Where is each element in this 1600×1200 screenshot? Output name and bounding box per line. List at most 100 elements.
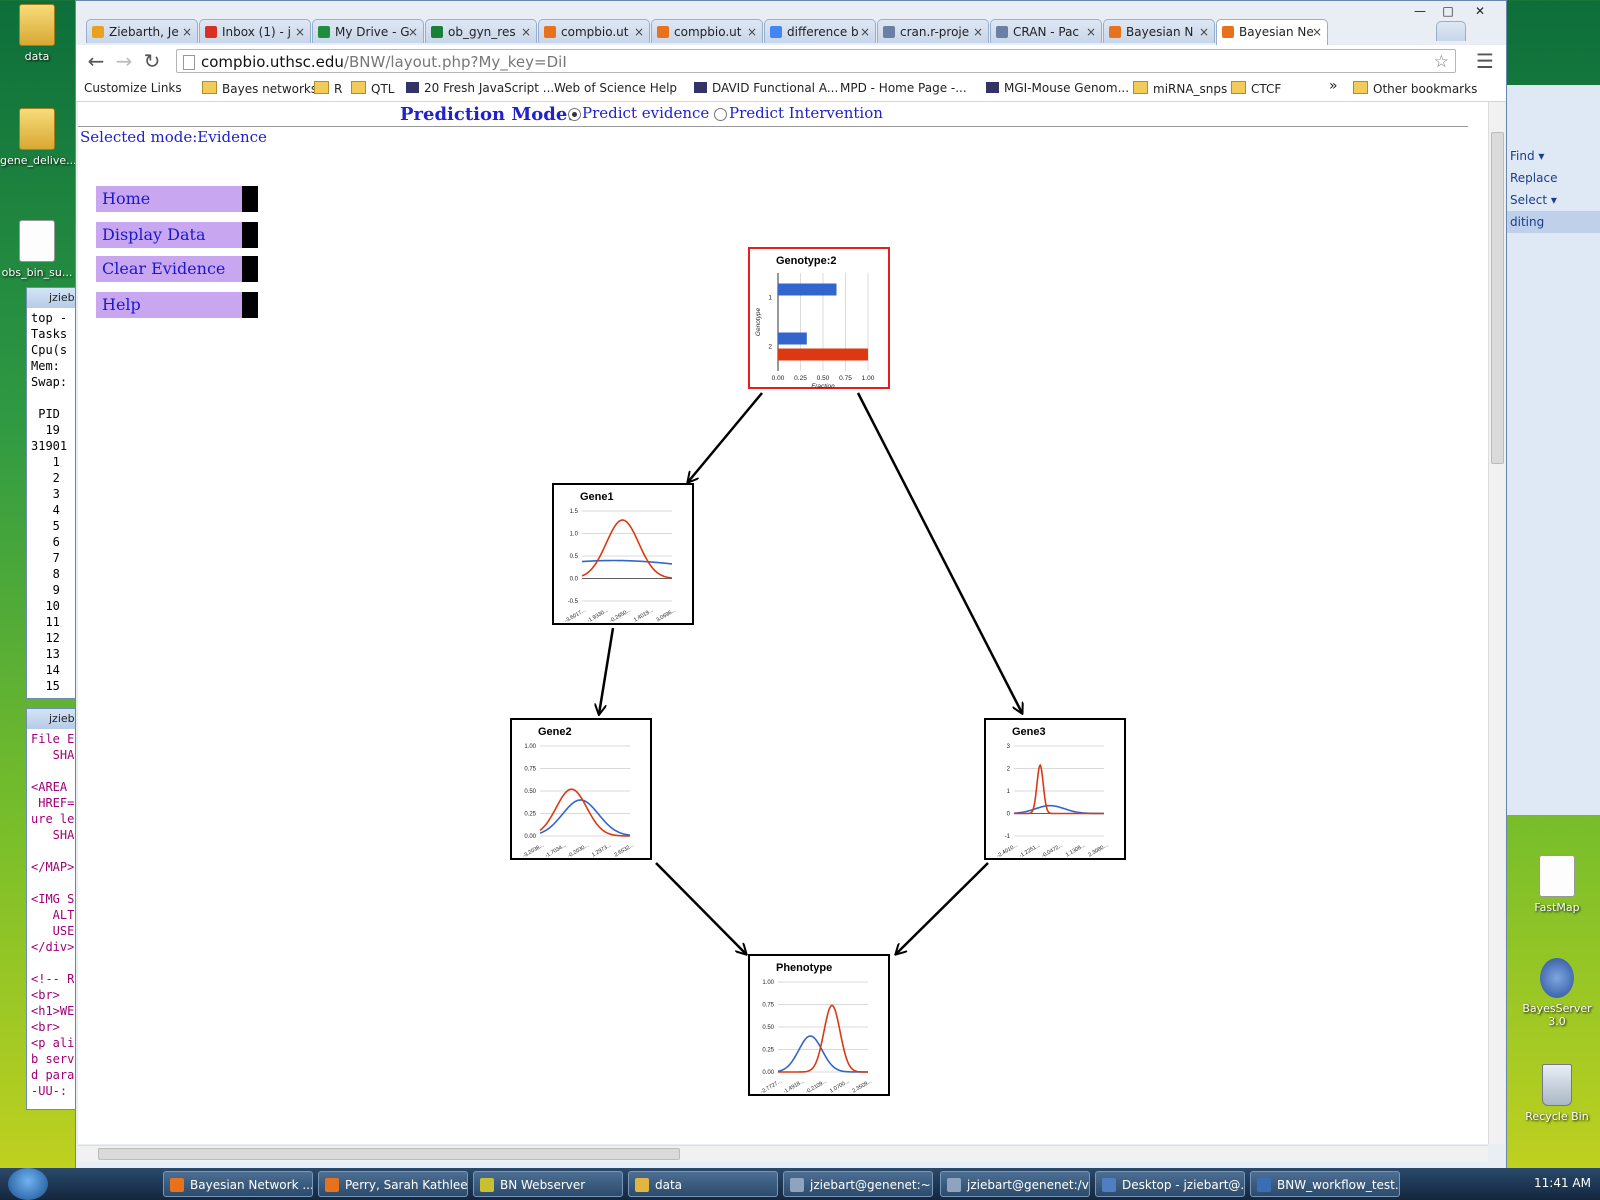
close-window-button[interactable]: ✕ bbox=[1462, 3, 1498, 19]
desktop-icon-label: BayesServer 3.0 bbox=[1522, 1002, 1592, 1028]
url-host: compbio.uthsc.edu bbox=[201, 53, 344, 71]
taskbar-item[interactable]: jziebart@genenet:~ bbox=[783, 1171, 933, 1197]
genotype-bar-chart: 0.00 0.25 0.50 0.75 1.00 1 2 Fraction Genotype bbox=[755, 273, 875, 390]
taskbar-item[interactable]: data bbox=[628, 1171, 778, 1197]
vertical-scrollbar[interactable] bbox=[1488, 102, 1505, 1144]
taskbar-item[interactable]: Bayesian Network ... bbox=[163, 1171, 313, 1197]
bookmark-item[interactable]: DAVID Functional A... bbox=[694, 81, 838, 95]
bookmark-label: Bayes networks bbox=[222, 82, 318, 96]
desktop-icon-fastmap[interactable]: FastMap bbox=[1520, 855, 1594, 914]
browser-window[interactable]: — □ ✕ Ziebarth, Je × Inbox (1) - j × My Driv… bbox=[75, 0, 1507, 1170]
browser-tab[interactable]: cran.r-proje × bbox=[877, 19, 989, 43]
y-tick-label: 1.00 bbox=[762, 980, 774, 986]
tab-favicon bbox=[1222, 26, 1234, 38]
y-tick-label: -0.5 bbox=[568, 599, 579, 605]
desktop-icon-data[interactable]: data bbox=[0, 4, 74, 63]
bookmark-item[interactable]: QTL bbox=[351, 81, 394, 96]
gene1-density-chart: -0.5 0.0 0.5 1.0 1.5 -3.6017... -1.9330... -0.2… bbox=[564, 509, 678, 624]
close-tab-icon[interactable]: × bbox=[182, 20, 192, 43]
browser-tab[interactable]: My Drive - G × bbox=[312, 19, 424, 43]
y-tick-label: 0.00 bbox=[524, 834, 536, 840]
tab-label: Bayesian N bbox=[1126, 25, 1194, 39]
menu-icon[interactable]: ☰ bbox=[1471, 49, 1499, 73]
replace-button[interactable]: Replace bbox=[1506, 167, 1600, 189]
close-tab-icon[interactable]: × bbox=[860, 20, 870, 43]
density-curve bbox=[539, 788, 631, 837]
start-button[interactable] bbox=[8, 1168, 48, 1200]
close-tab-icon[interactable]: × bbox=[521, 20, 531, 43]
browser-tab[interactable]: compbio.ut × bbox=[538, 19, 650, 43]
scroll-thumb[interactable] bbox=[98, 1148, 680, 1160]
find-button[interactable]: Find ▾ bbox=[1506, 145, 1600, 167]
background-word-window[interactable]: Find ▾ Replace Select ▾ diting bbox=[1505, 85, 1600, 815]
close-tab-icon[interactable]: × bbox=[295, 20, 305, 43]
bookmark-star-icon[interactable]: ☆ bbox=[1434, 50, 1449, 74]
x-tick-label: -1.2251... bbox=[1018, 842, 1042, 859]
browser-tab[interactable]: Bayesian Ne × bbox=[1216, 19, 1328, 45]
taskbar-item[interactable]: jziebart@genenet:/v... bbox=[940, 1171, 1090, 1197]
gene2-density-chart: 0.00 0.25 0.50 0.75 1.00 -3.2038... -1.7034...… bbox=[522, 744, 636, 859]
minimize-button[interactable]: — bbox=[1406, 3, 1434, 19]
horizontal-scrollbar[interactable] bbox=[78, 1145, 1488, 1162]
node-gene1[interactable]: Gene1 -0.5 0.0 0.5 1.0 1.5 -3.6017... -1.9330.… bbox=[552, 483, 694, 625]
reload-button[interactable]: ↻ bbox=[138, 49, 166, 73]
new-tab-button[interactable] bbox=[1436, 21, 1466, 41]
close-tab-icon[interactable]: × bbox=[747, 20, 757, 43]
more-bookmarks-button[interactable]: » bbox=[1329, 78, 1338, 94]
maximize-button[interactable]: □ bbox=[1434, 3, 1462, 19]
browser-tab[interactable]: Inbox (1) - j × bbox=[199, 19, 311, 43]
taskbar-item[interactable]: Perry, Sarah Kathlee... bbox=[318, 1171, 468, 1197]
desktop-icon-bayesserver[interactable]: BayesServer 3.0 bbox=[1520, 958, 1594, 1028]
forward-button[interactable]: → bbox=[110, 49, 138, 73]
taskbar-item[interactable]: BNW_workflow_test... bbox=[1250, 1171, 1400, 1197]
bookmark-label: MPD - Home Page -... bbox=[840, 81, 967, 95]
scroll-thumb[interactable] bbox=[1491, 132, 1504, 464]
other-bookmarks-button[interactable]: Other bookmarks bbox=[1353, 81, 1477, 96]
close-tab-icon[interactable]: × bbox=[1199, 20, 1209, 43]
taskbar-app-icon bbox=[480, 1178, 494, 1192]
desktop-icon-recycle-bin[interactable]: Recycle Bin bbox=[1520, 1064, 1594, 1123]
close-tab-icon[interactable]: × bbox=[1086, 20, 1096, 43]
tab-label: ob_gyn_res bbox=[448, 25, 516, 39]
page-content: Prediction Mode: Predict evidence Predic… bbox=[78, 102, 1488, 1144]
bookmark-item[interactable]: Customize Links bbox=[84, 81, 182, 195]
browser-tab[interactable]: ob_gyn_res × bbox=[425, 19, 537, 43]
bookmark-item[interactable]: Web of Science Help bbox=[554, 81, 677, 195]
address-bar[interactable]: compbio.uthsc.edu/BNW/layout.php?My_key=… bbox=[176, 49, 1456, 73]
browser-tab[interactable]: Ziebarth, Je × bbox=[86, 19, 198, 43]
browser-tab[interactable]: difference b × bbox=[764, 19, 876, 43]
taskbar-label: Bayesian Network ... bbox=[190, 1178, 313, 1192]
node-phenotype[interactable]: Phenotype 0.00 0.25 0.50 0.75 1.00 -2.7727...… bbox=[748, 954, 890, 1096]
bookmark-item[interactable]: Bayes networks bbox=[202, 81, 317, 96]
tab-favicon bbox=[318, 26, 330, 38]
x-tick-label: 2.3080... bbox=[1087, 842, 1109, 858]
folder-icon bbox=[19, 108, 55, 150]
desktop-icon-obs-bin[interactable]: obs_bin_su... bbox=[0, 220, 74, 279]
node-gene3[interactable]: Gene3 -1 0 1 2 3 -2.4010... -1.2251... -0.0472.… bbox=[984, 718, 1126, 860]
bookmark-item[interactable]: 20 Fresh JavaScript ... bbox=[406, 81, 554, 95]
node-gene2[interactable]: Gene2 0.00 0.25 0.50 0.75 1.00 -3.2038... -1.7… bbox=[510, 718, 652, 860]
browser-tab[interactable]: compbio.ut × bbox=[651, 19, 763, 43]
edge-gene3-phenotype bbox=[896, 862, 989, 954]
y-tick-label: 0 bbox=[1007, 812, 1011, 818]
taskbar-item[interactable]: BN Webserver bbox=[473, 1171, 623, 1197]
bookmark-item[interactable]: MPD - Home Page -... bbox=[840, 81, 967, 195]
bookmark-item[interactable]: R bbox=[314, 81, 342, 96]
browser-tab[interactable]: Bayesian N × bbox=[1103, 19, 1215, 43]
browser-tab[interactable]: CRAN - Pac × bbox=[990, 19, 1102, 43]
tab-favicon bbox=[544, 26, 556, 38]
desktop-icon-gene-delivery[interactable]: gene_delive... bbox=[0, 108, 77, 167]
bookmark-item[interactable]: CTCF bbox=[1231, 81, 1281, 96]
close-tab-icon[interactable]: × bbox=[1312, 20, 1322, 44]
taskbar-item[interactable]: Desktop - jziebart@... bbox=[1095, 1171, 1245, 1197]
select-button[interactable]: Select ▾ bbox=[1506, 189, 1600, 211]
bookmark-item[interactable]: MGI-Mouse Genom... bbox=[986, 81, 1129, 95]
close-tab-icon[interactable]: × bbox=[634, 20, 644, 43]
bookmark-item[interactable]: miRNA_snps bbox=[1133, 81, 1227, 96]
node-genotype[interactable]: Genotype:2 0.00 0.25 0.50 0.75 1.00 1 2 Fractio… bbox=[748, 247, 890, 390]
back-button[interactable]: ← bbox=[82, 49, 110, 73]
taskbar-app-icon bbox=[790, 1178, 804, 1192]
close-tab-icon[interactable]: × bbox=[973, 20, 983, 43]
close-tab-icon[interactable]: × bbox=[408, 20, 418, 43]
bookmark-label: MGI-Mouse Genom... bbox=[1004, 81, 1130, 95]
